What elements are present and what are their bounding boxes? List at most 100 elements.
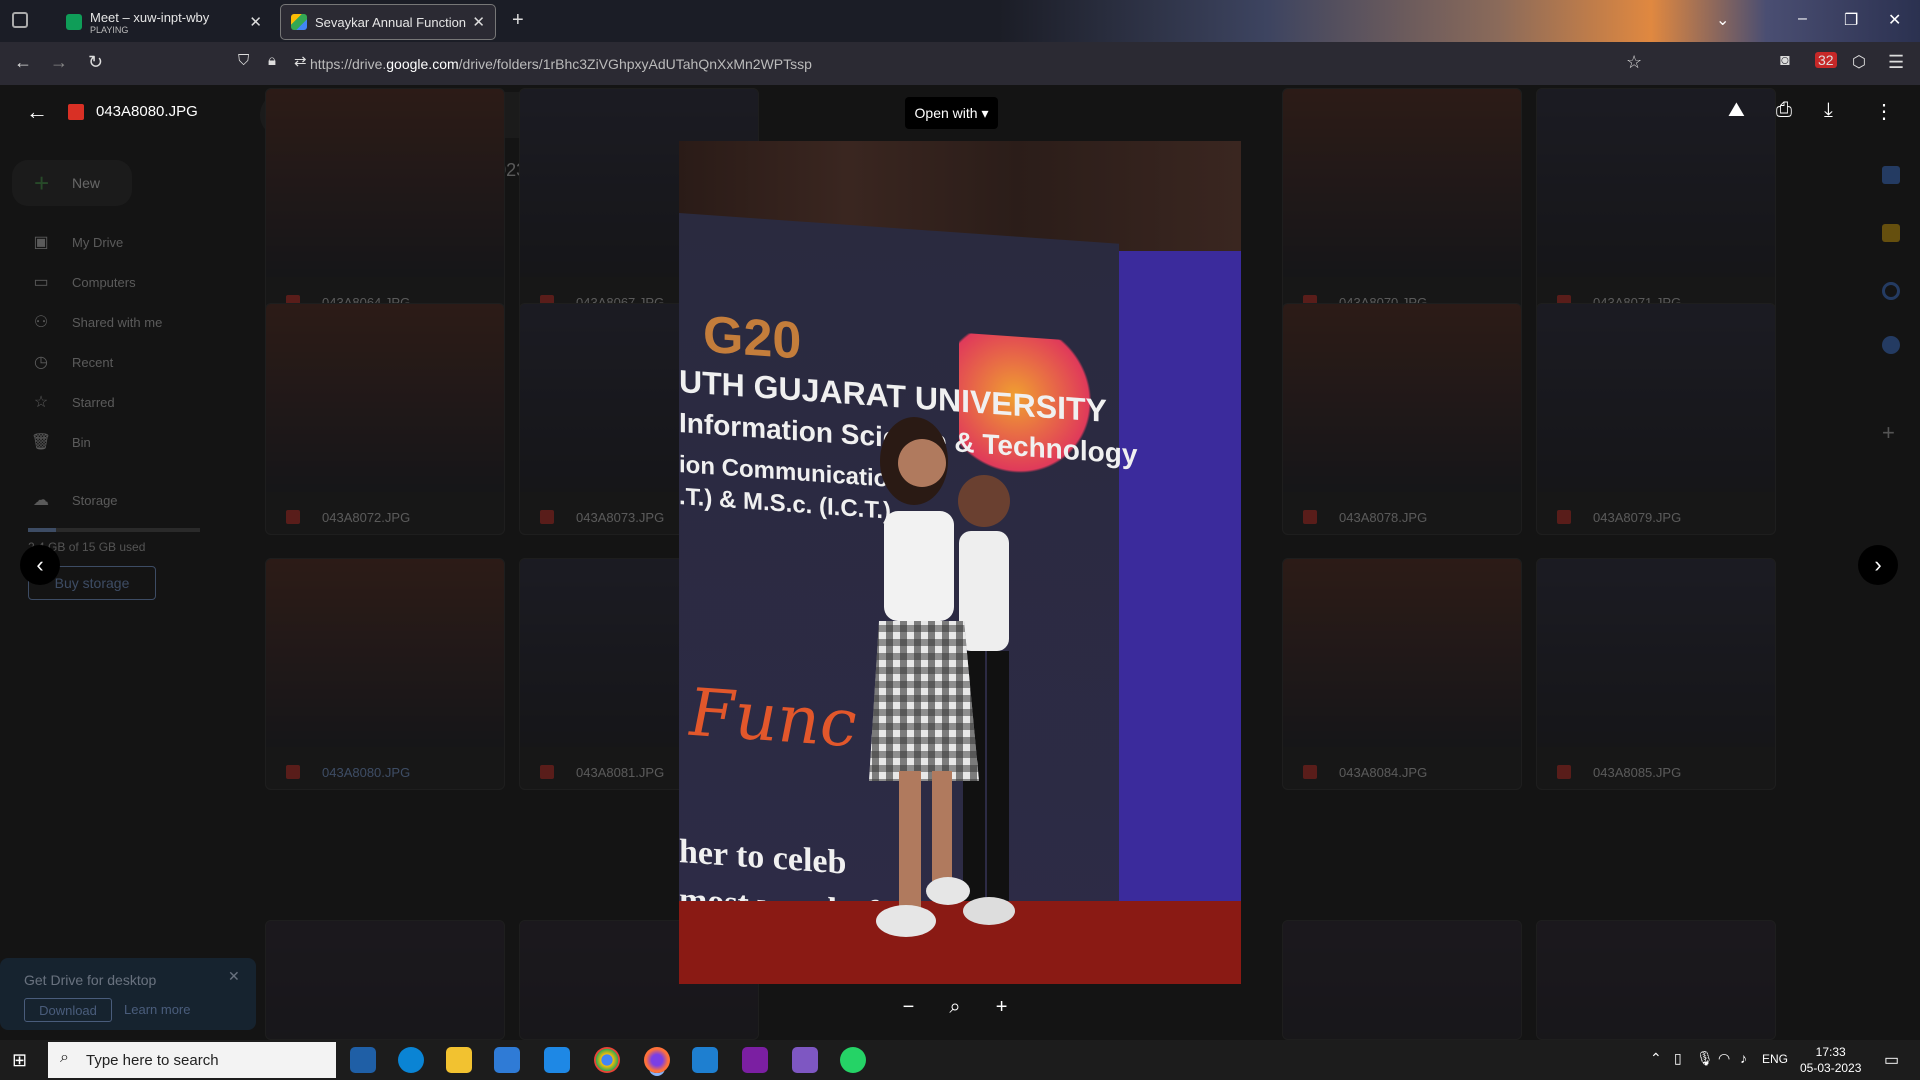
tab-title: Sevaykar Annual Function 2023	[315, 14, 467, 30]
battery-icon[interactable]: ▯	[1674, 1050, 1682, 1067]
taskbar-search-input[interactable]: ⌕ Type here to search	[48, 1042, 336, 1078]
url-bar[interactable]: https://drive. google.com/drive/folders/1…	[310, 49, 1630, 79]
file-card[interactable]: 043A8078.JPG	[1282, 303, 1522, 535]
shield-icon[interactable]: ⛉	[238, 52, 249, 69]
notification-icon[interactable]: ▭	[1884, 1050, 1899, 1070]
close-icon[interactable]: ✕	[228, 968, 240, 985]
sidebar-item-bin[interactable]: 🗑︎ Bin	[30, 432, 91, 452]
minimize-icon[interactable]: –	[1798, 10, 1807, 28]
keep-icon[interactable]	[1882, 224, 1900, 242]
sidebar-item-starred[interactable]: ☆ Starred	[30, 392, 115, 412]
file-card[interactable]: 043A8079.JPG	[1536, 303, 1776, 535]
bookmark-star-icon[interactable]: ☆	[1626, 52, 1642, 73]
language-indicator[interactable]: ENG	[1762, 1052, 1788, 1066]
clock[interactable]: 17:33 05-03-2023	[1800, 1044, 1861, 1076]
permissions-icon[interactable]: ⇄	[294, 52, 307, 70]
tab-meet[interactable]: Meet – xuw-inpt-wby PLAYING ✕	[56, 4, 272, 40]
open-with-button[interactable]: Open with ▾	[905, 97, 998, 129]
back-arrow-icon[interactable]: ←	[26, 99, 48, 125]
learn-more-link[interactable]: Learn more	[124, 1002, 190, 1017]
file-card[interactable]	[265, 920, 505, 1040]
magnifier-icon[interactable]: ⌕	[949, 996, 960, 1019]
file-card[interactable]: 043A8084.JPG	[1282, 558, 1522, 790]
pocket-icon[interactable]: ◙	[1780, 52, 1790, 70]
list-tabs-icon[interactable]: ⌄	[1716, 10, 1729, 30]
reload-icon[interactable]: ↻	[88, 52, 103, 73]
tab-drive[interactable]: Sevaykar Annual Function 2023 ✕	[280, 4, 496, 40]
whatsapp-icon[interactable]	[840, 1047, 866, 1073]
file-card[interactable]	[1282, 920, 1522, 1040]
edge-icon[interactable]	[398, 1047, 424, 1073]
next-arrow-icon[interactable]: ›	[1858, 545, 1898, 585]
previous-arrow-icon[interactable]: ‹	[20, 545, 60, 585]
forward-icon[interactable]: →	[50, 52, 68, 73]
app-icon[interactable]	[350, 1047, 376, 1073]
calendar-icon[interactable]	[1882, 166, 1900, 184]
file-thumbnail	[1283, 304, 1521, 492]
plus-icon: +	[34, 168, 50, 198]
sidebar-item-label: Recent	[72, 354, 114, 370]
chevron-up-icon[interactable]: ⌃	[1650, 1050, 1662, 1067]
lock-icon[interactable]: 🔒︎	[268, 52, 276, 69]
download-button[interactable]: Download	[24, 998, 112, 1022]
sidebar-item-storage[interactable]: ☁ Storage	[30, 490, 118, 510]
zoom-out-button[interactable]: −	[903, 996, 915, 1019]
taskbar-search-placeholder: Type here to search	[86, 1051, 219, 1069]
image-file-icon	[540, 765, 554, 779]
vscode-icon[interactable]	[692, 1047, 718, 1073]
file-thumbnail	[1283, 559, 1521, 747]
add-shortcut-icon[interactable]: ⛰	[1728, 99, 1745, 122]
windows-start-icon[interactable]: ⊞	[12, 1050, 27, 1071]
more-options-icon[interactable]: ⋮	[1874, 99, 1894, 124]
download-icon[interactable]: ⤓	[1824, 99, 1833, 122]
image-file-icon	[540, 510, 554, 524]
file-card[interactable]: 043A8072.JPG	[265, 303, 505, 535]
file-name: 043A8072.JPG	[322, 510, 411, 525]
file-name: 043A8079.JPG	[1593, 510, 1682, 525]
sidebar-item-shared[interactable]: ⚇ Shared with me	[30, 312, 163, 332]
menu-icon[interactable]: ☰	[1888, 52, 1904, 73]
sidebar-item-recent[interactable]: ◷ Recent	[30, 352, 113, 372]
banner-text-line: her to celeb	[679, 833, 847, 882]
wifi-icon[interactable]: ◠	[1718, 1050, 1730, 1067]
extension-badge[interactable]: 32	[1815, 52, 1837, 68]
back-icon[interactable]: ←	[14, 52, 32, 73]
visual-studio-icon[interactable]	[792, 1047, 818, 1073]
extensions-icon[interactable]: ⬡	[1852, 52, 1866, 72]
firefox-view-icon[interactable]	[12, 12, 28, 28]
sidebar-item-computers[interactable]: ▭ Computers	[30, 272, 135, 292]
file-card[interactable]: 043A8085.JPG	[1536, 558, 1776, 790]
sidebar-item-label: Shared with me	[72, 314, 163, 330]
store-icon[interactable]	[494, 1047, 520, 1073]
contacts-icon[interactable]	[1882, 336, 1900, 354]
add-addon-icon[interactable]: +	[1882, 420, 1895, 446]
meet-favicon-icon	[66, 14, 82, 30]
firefox-icon[interactable]	[644, 1047, 670, 1073]
viewer-filename: 043A8080.JPG	[96, 103, 198, 120]
trash-icon: 🗑︎	[30, 434, 52, 451]
new-label: New	[72, 175, 101, 191]
new-tab-icon[interactable]: +	[512, 9, 524, 32]
g20-logo: G20	[703, 305, 802, 371]
tab-strip: Meet – xuw-inpt-wby PLAYING ✕ Sevaykar A…	[0, 0, 1920, 42]
microphone-icon[interactable]: 🎙︎	[1696, 1050, 1714, 1067]
drive-desktop-promo: Get Drive for desktop Download Learn mor…	[0, 958, 256, 1030]
close-window-icon[interactable]: ✕	[1888, 10, 1901, 30]
file-explorer-icon[interactable]	[446, 1047, 472, 1073]
maximize-icon[interactable]: ❐	[1844, 10, 1858, 30]
tab-playing-label: PLAYING	[90, 24, 129, 35]
file-card[interactable]: 043A8080.JPG	[265, 558, 505, 790]
volume-icon[interactable]: ♪	[1740, 1050, 1747, 1066]
chrome-icon[interactable]	[594, 1047, 620, 1073]
promo-title: Get Drive for desktop	[24, 972, 157, 988]
new-button[interactable]: + New	[12, 160, 132, 206]
zoom-in-button[interactable]: +	[996, 996, 1008, 1019]
close-icon[interactable]: ✕	[249, 13, 262, 31]
file-card[interactable]	[1536, 920, 1776, 1040]
intellij-icon[interactable]	[742, 1047, 768, 1073]
tasks-icon[interactable]	[1882, 282, 1900, 300]
print-icon[interactable]: ⎙	[1776, 99, 1792, 122]
mail-icon[interactable]	[544, 1047, 570, 1073]
close-icon[interactable]: ✕	[472, 13, 485, 31]
sidebar-item-my-drive[interactable]: ▣ My Drive	[30, 232, 123, 252]
